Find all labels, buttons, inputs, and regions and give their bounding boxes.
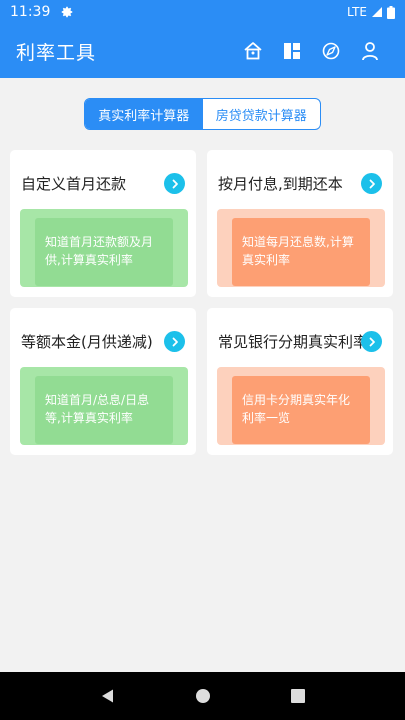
status-indicators: LTE: [347, 5, 395, 19]
user-icon: [361, 42, 378, 61]
network-type: LTE: [347, 5, 367, 19]
card-monthly-interest[interactable]: 按月付息,到期还本 知道每月还息数,计算真实利率: [207, 150, 393, 297]
status-time: 11:39: [10, 4, 51, 20]
card-title: 等额本金(月供递减): [21, 333, 153, 351]
back-triangle-icon: [101, 689, 113, 703]
home-circle-icon: [195, 689, 210, 703]
card-description: 信用卡分期真实年化利率一览: [232, 376, 370, 444]
back-button[interactable]: [88, 676, 128, 716]
tab-real-rate-calculator[interactable]: 真实利率计算器: [85, 99, 203, 129]
tab-mortgage-calculator[interactable]: 房贷贷款计算器: [203, 99, 321, 129]
profile-button[interactable]: [350, 31, 389, 71]
arrow-button[interactable]: [361, 173, 382, 194]
recents-square-icon: [290, 689, 305, 703]
chevron-right-icon: [369, 337, 375, 346]
status-bar: 11:39 LTE: [0, 0, 405, 24]
system-nav-bar: [0, 672, 405, 720]
dashboard-button[interactable]: [272, 31, 311, 71]
chevron-right-icon: [369, 179, 375, 188]
card-description: 知道首月/总息/日息等,计算真实利率: [35, 376, 173, 444]
home-icon: [243, 42, 262, 60]
recents-button[interactable]: [278, 676, 318, 716]
signal-icon: [372, 7, 382, 17]
card-title: 自定义首月还款: [21, 175, 127, 193]
card-title: 常见银行分期真实利率: [218, 333, 369, 351]
chevron-right-icon: [172, 337, 178, 346]
app-actions: [233, 31, 389, 71]
explore-button[interactable]: [311, 31, 350, 71]
app-bar: 利率工具: [0, 24, 405, 78]
card-description: 知道首月还款额及月供,计算真实利率: [35, 218, 173, 286]
home-nav-button[interactable]: [183, 676, 223, 716]
card-description: 知道每月还息数,计算真实利率: [232, 218, 370, 286]
arrow-button[interactable]: [361, 331, 382, 352]
card-bank-installment[interactable]: 常见银行分期真实利率 信用卡分期真实年化利率一览: [207, 308, 393, 455]
settings-gear-icon: [62, 6, 73, 18]
battery-icon: [387, 5, 395, 19]
home-button[interactable]: [233, 31, 272, 71]
arrow-button[interactable]: [164, 173, 185, 194]
dashboard-icon: [283, 43, 300, 59]
card-custom-first-payment[interactable]: 自定义首月还款 知道首月还款额及月供,计算真实利率: [10, 150, 196, 297]
chevron-right-icon: [172, 179, 178, 188]
card-equal-principal[interactable]: 等额本金(月供递减) 知道首月/总息/日息等,计算真实利率: [10, 308, 196, 455]
card-title: 按月付息,到期还本: [218, 175, 343, 193]
app-title: 利率工具: [16, 41, 97, 64]
explore-icon: [322, 42, 339, 60]
calculator-tabs: 真实利率计算器 房贷贷款计算器: [84, 98, 321, 130]
arrow-button[interactable]: [164, 331, 185, 352]
